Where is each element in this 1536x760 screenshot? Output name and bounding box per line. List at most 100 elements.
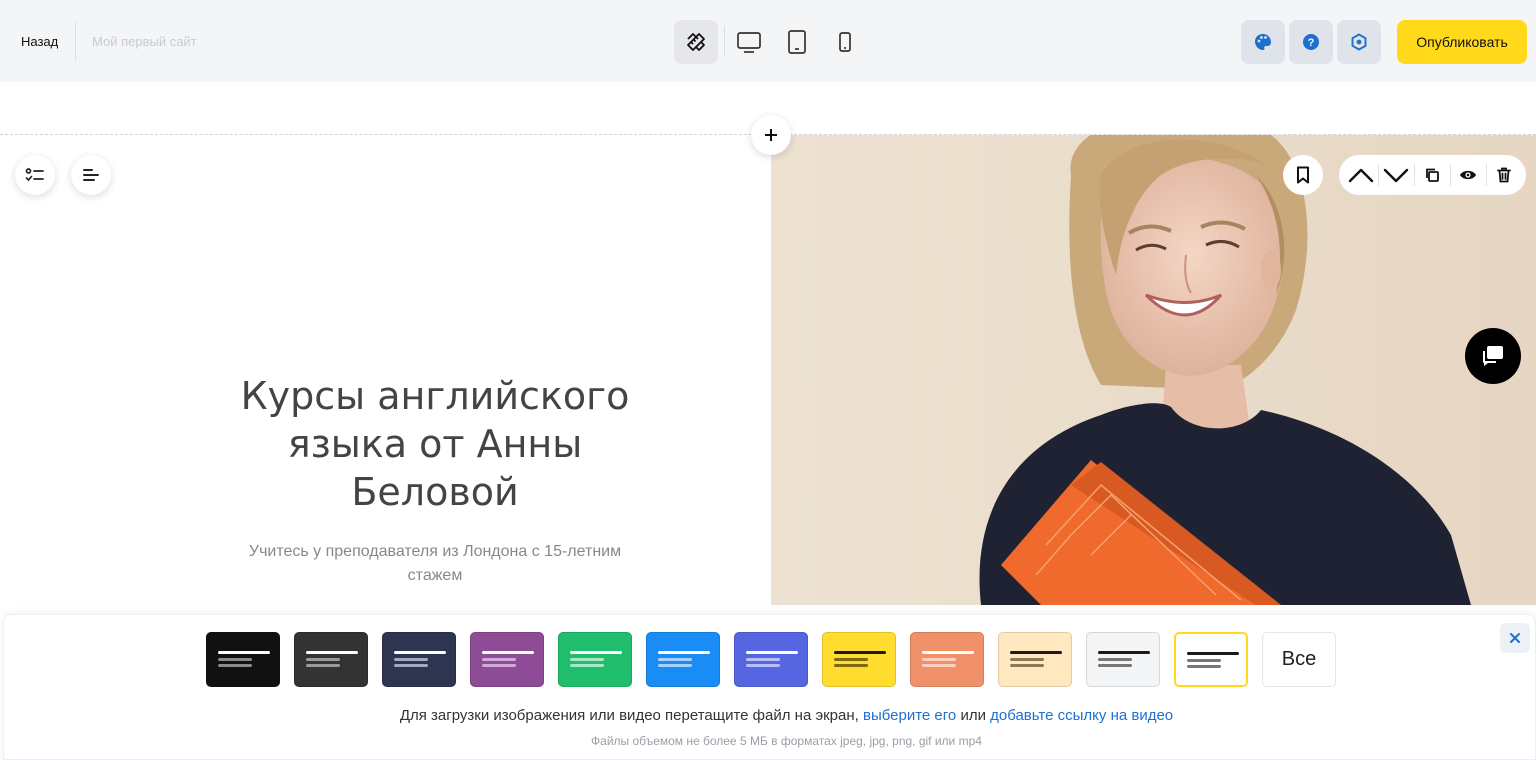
swatch-text-line <box>834 664 868 667</box>
all-schemes-button[interactable]: Все <box>1262 632 1336 687</box>
design-mode-button[interactable] <box>674 20 718 64</box>
duplicate-icon <box>1426 168 1440 182</box>
color-scheme-swatch[interactable] <box>382 632 456 687</box>
move-down-button[interactable] <box>1379 155 1414 195</box>
swatch-text-line <box>1187 659 1221 662</box>
swatch-text-line <box>658 651 710 654</box>
or-text: или <box>960 707 986 724</box>
swatch-text-line <box>394 658 428 661</box>
divider <box>75 22 76 61</box>
color-scheme-swatch[interactable] <box>646 632 720 687</box>
swatch-text-line <box>746 664 780 667</box>
swatch-text-line <box>394 664 428 667</box>
checklist-icon <box>25 168 44 182</box>
desktop-view-button[interactable] <box>727 20 771 64</box>
block-settings-button[interactable] <box>15 155 55 195</box>
mobile-view-button[interactable] <box>823 20 867 64</box>
delete-button[interactable] <box>1487 155 1522 195</box>
tablet-view-button[interactable] <box>775 20 819 64</box>
upload-text: Для загрузки изображения или видео перет… <box>399 707 859 724</box>
swatch-text-line <box>658 664 692 667</box>
eye-icon <box>1460 170 1477 180</box>
duplicate-button[interactable] <box>1415 155 1450 195</box>
swatch-text-line <box>922 651 974 654</box>
swatch-text-line <box>922 658 956 661</box>
mobile-icon <box>839 32 851 52</box>
align-button[interactable] <box>71 155 111 195</box>
svg-text:?: ? <box>1308 37 1315 49</box>
swatch-text-line <box>1187 665 1221 668</box>
upload-instructions: Для загрузки изображения или видео перет… <box>0 707 1536 724</box>
swatch-text-line <box>834 651 886 654</box>
chevron-up-icon <box>1348 168 1373 183</box>
swatch-text-line <box>1098 664 1132 667</box>
settings-button[interactable] <box>1337 20 1381 64</box>
desktop-icon <box>737 32 761 53</box>
choose-file-link[interactable]: выберите его <box>863 707 956 724</box>
chat-button[interactable] <box>1465 328 1521 384</box>
site-name[interactable]: Мой первый сайт <box>92 34 197 49</box>
swatch-text-line <box>218 664 252 667</box>
swatch-text-line <box>394 651 446 654</box>
visibility-button[interactable] <box>1451 155 1486 195</box>
add-block-button[interactable] <box>751 115 791 155</box>
move-up-button[interactable] <box>1343 155 1378 195</box>
swatch-text-line <box>1098 651 1150 654</box>
swatch-text-line <box>570 651 622 654</box>
color-scheme-swatch[interactable] <box>998 632 1072 687</box>
color-scheme-swatch[interactable] <box>294 632 368 687</box>
swatch-text-line <box>1010 664 1044 667</box>
swatch-text-line <box>834 658 868 661</box>
swatch-text-line <box>306 664 340 667</box>
swatch-text-line <box>1010 658 1044 661</box>
color-scheme-swatch[interactable] <box>910 632 984 687</box>
chevron-down-icon <box>1384 168 1409 183</box>
color-scheme-swatch[interactable] <box>558 632 632 687</box>
color-scheme-swatch[interactable] <box>734 632 808 687</box>
color-scheme-swatch[interactable] <box>470 632 544 687</box>
design-mode-icon <box>687 33 705 51</box>
divider <box>724 26 725 56</box>
add-video-link[interactable]: добавьте ссылку на видео <box>990 707 1173 724</box>
align-left-icon <box>83 169 99 181</box>
help-button[interactable]: ? <box>1289 20 1333 64</box>
swatch-text-line <box>218 658 252 661</box>
help-icon: ? <box>1303 34 1319 50</box>
block-toolbar <box>1339 155 1526 195</box>
hero-photo[interactable] <box>771 135 1536 605</box>
color-scheme-swatch[interactable] <box>1174 632 1248 687</box>
swatch-text-line <box>1098 658 1132 661</box>
swatch-text-line <box>746 658 780 661</box>
upload-hint: Файлы объемом не более 5 МБ в форматах j… <box>591 734 982 748</box>
swatch-text-line <box>658 658 692 661</box>
swatch-text-line <box>570 664 604 667</box>
swatch-text-line <box>1187 652 1239 655</box>
swatch-text-line <box>306 651 358 654</box>
chat-icon <box>1483 346 1503 366</box>
tablet-icon <box>788 30 806 54</box>
top-bar: Назад Мой первый сайт ? Опубликовать <box>0 0 1536 82</box>
woman-with-book-image <box>771 135 1536 605</box>
close-panel-button[interactable] <box>1500 623 1530 653</box>
close-icon <box>1510 633 1520 643</box>
plus-icon <box>765 129 777 141</box>
color-scheme-swatch[interactable] <box>206 632 280 687</box>
bookmark-icon <box>1297 166 1309 184</box>
publish-button[interactable]: Опубликовать <box>1397 20 1527 64</box>
back-button[interactable]: Назад <box>21 34 58 49</box>
swatch-text-line <box>306 658 340 661</box>
settings-icon <box>1351 33 1367 51</box>
color-scheme-swatch[interactable] <box>822 632 896 687</box>
trash-icon <box>1497 167 1512 183</box>
swatch-text-line <box>218 651 270 654</box>
hero-subtitle[interactable]: Учитесь у преподавателя из Лондона с 15-… <box>225 540 645 588</box>
hero-title[interactable]: Курсы английского языка от Анны Беловой <box>210 372 660 516</box>
swatch-text-line <box>482 664 516 667</box>
swatch-text-line <box>482 651 534 654</box>
swatch-text-line <box>482 658 516 661</box>
color-scheme-swatch[interactable] <box>1086 632 1160 687</box>
palette-button[interactable] <box>1241 20 1285 64</box>
palette-icon <box>1255 34 1271 50</box>
swatch-text-line <box>922 664 956 667</box>
bookmark-button[interactable] <box>1283 155 1323 195</box>
